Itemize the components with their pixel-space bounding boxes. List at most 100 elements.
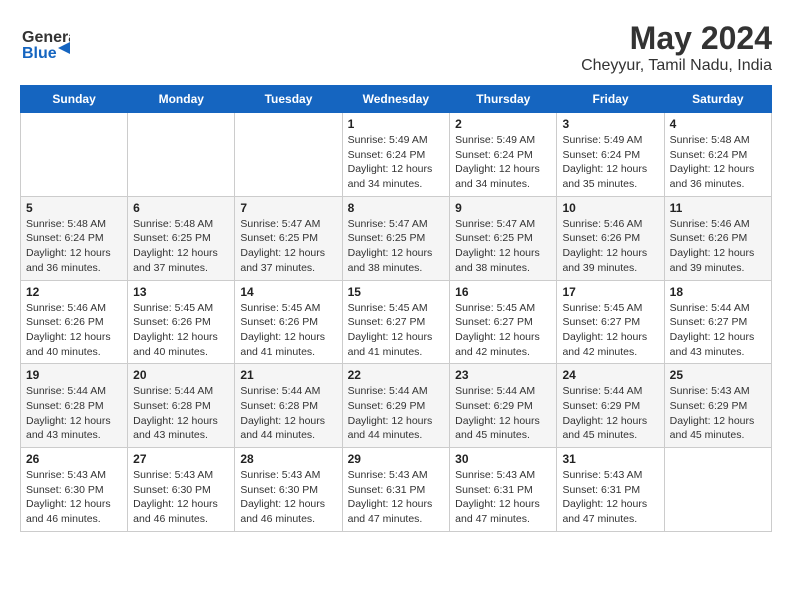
calendar-cell: 5Sunrise: 5:48 AM Sunset: 6:24 PM Daylig… xyxy=(21,196,128,280)
day-number: 20 xyxy=(133,368,229,382)
weekday-header-monday: Monday xyxy=(128,86,235,113)
day-info: Sunrise: 5:43 AM Sunset: 6:30 PM Dayligh… xyxy=(240,468,336,527)
day-number: 2 xyxy=(455,117,551,131)
day-info: Sunrise: 5:44 AM Sunset: 6:28 PM Dayligh… xyxy=(133,384,229,443)
day-number: 26 xyxy=(26,452,122,466)
day-number: 1 xyxy=(348,117,445,131)
day-info: Sunrise: 5:49 AM Sunset: 6:24 PM Dayligh… xyxy=(455,133,551,192)
day-info: Sunrise: 5:49 AM Sunset: 6:24 PM Dayligh… xyxy=(562,133,658,192)
day-number: 30 xyxy=(455,452,551,466)
calendar-cell: 6Sunrise: 5:48 AM Sunset: 6:25 PM Daylig… xyxy=(128,196,235,280)
calendar-cell: 30 Sunrise: 5:43 AM Sunset: 6:31 PM Dayli… xyxy=(450,448,557,532)
day-info: Sunrise: 5:47 AM Sunset: 6:25 PM Dayligh… xyxy=(240,217,336,276)
title-block: May 2024 Cheyyur, Tamil Nadu, India xyxy=(581,20,772,75)
weekday-header-row: SundayMondayTuesdayWednesdayThursdayFrid… xyxy=(21,86,772,113)
calendar-cell: 4 Sunrise: 5:48 AM Sunset: 6:24 PM Daylig… xyxy=(664,113,771,197)
svg-text:Blue: Blue xyxy=(22,45,57,62)
day-info: Sunrise: 5:43 AM Sunset: 6:30 PM Dayligh… xyxy=(26,468,122,527)
day-info: Sunrise: 5:46 AM Sunset: 6:26 PM Dayligh… xyxy=(670,217,766,276)
day-number: 31 xyxy=(562,452,658,466)
calendar-cell: 23Sunrise: 5:44 AM Sunset: 6:29 PM Dayli… xyxy=(450,364,557,448)
day-info: Sunrise: 5:46 AM Sunset: 6:26 PM Dayligh… xyxy=(26,301,122,360)
day-number: 24 xyxy=(562,368,658,382)
day-info: Sunrise: 5:43 AM Sunset: 6:31 PM Dayligh… xyxy=(562,468,658,527)
day-info: Sunrise: 5:46 AM Sunset: 6:26 PM Dayligh… xyxy=(562,217,658,276)
day-info: Sunrise: 5:45 AM Sunset: 6:27 PM Dayligh… xyxy=(562,301,658,360)
day-number: 21 xyxy=(240,368,336,382)
day-info: Sunrise: 5:47 AM Sunset: 6:25 PM Dayligh… xyxy=(348,217,445,276)
calendar-cell: 29 Sunrise: 5:43 AM Sunset: 6:31 PM Dayli… xyxy=(342,448,450,532)
day-number: 9 xyxy=(455,201,551,215)
day-info: Sunrise: 5:43 AM Sunset: 6:31 PM Dayligh… xyxy=(455,468,551,527)
page-title: May 2024 xyxy=(581,20,772,57)
calendar-week-row: 12 Sunrise: 5:46 AM Sunset: 6:26 PM Dayli… xyxy=(21,280,772,364)
calendar-cell: 21 Sunrise: 5:44 AM Sunset: 6:28 PM Dayli… xyxy=(235,364,342,448)
day-number: 22 xyxy=(348,368,445,382)
day-info: Sunrise: 5:43 AM Sunset: 6:29 PM Dayligh… xyxy=(670,384,766,443)
day-info: Sunrise: 5:48 AM Sunset: 6:24 PM Dayligh… xyxy=(26,217,122,276)
day-info: Sunrise: 5:45 AM Sunset: 6:26 PM Dayligh… xyxy=(133,301,229,360)
day-info: Sunrise: 5:49 AM Sunset: 6:24 PM Dayligh… xyxy=(348,133,445,192)
calendar-cell: 13 Sunrise: 5:45 AM Sunset: 6:26 PM Dayli… xyxy=(128,280,235,364)
day-number: 19 xyxy=(26,368,122,382)
day-info: Sunrise: 5:44 AM Sunset: 6:28 PM Dayligh… xyxy=(26,384,122,443)
calendar-table: SundayMondayTuesdayWednesdayThursdayFrid… xyxy=(20,85,772,532)
day-info: Sunrise: 5:44 AM Sunset: 6:27 PM Dayligh… xyxy=(670,301,766,360)
weekday-header-thursday: Thursday xyxy=(450,86,557,113)
calendar-cell: 18 Sunrise: 5:44 AM Sunset: 6:27 PM Dayli… xyxy=(664,280,771,364)
day-info: Sunrise: 5:48 AM Sunset: 6:25 PM Dayligh… xyxy=(133,217,229,276)
page-header: General Blue May 2024 Cheyyur, Tamil Nad… xyxy=(20,20,772,75)
day-number: 4 xyxy=(670,117,766,131)
weekday-header-saturday: Saturday xyxy=(664,86,771,113)
day-number: 27 xyxy=(133,452,229,466)
calendar-cell: 3 Sunrise: 5:49 AM Sunset: 6:24 PM Daylig… xyxy=(557,113,664,197)
calendar-cell xyxy=(21,113,128,197)
calendar-cell: 31 Sunrise: 5:43 AM Sunset: 6:31 PM Dayli… xyxy=(557,448,664,532)
day-number: 3 xyxy=(562,117,658,131)
day-number: 10 xyxy=(562,201,658,215)
weekday-header-wednesday: Wednesday xyxy=(342,86,450,113)
day-number: 29 xyxy=(348,452,445,466)
calendar-cell: 10 Sunrise: 5:46 AM Sunset: 6:26 PM Dayli… xyxy=(557,196,664,280)
calendar-cell: 20 Sunrise: 5:44 AM Sunset: 6:28 PM Dayli… xyxy=(128,364,235,448)
calendar-cell: 15Sunrise: 5:45 AM Sunset: 6:27 PM Dayli… xyxy=(342,280,450,364)
day-number: 16 xyxy=(455,285,551,299)
day-info: Sunrise: 5:44 AM Sunset: 6:28 PM Dayligh… xyxy=(240,384,336,443)
weekday-header-tuesday: Tuesday xyxy=(235,86,342,113)
day-info: Sunrise: 5:47 AM Sunset: 6:25 PM Dayligh… xyxy=(455,217,551,276)
calendar-cell: 1 Sunrise: 5:49 AM Sunset: 6:24 PM Daylig… xyxy=(342,113,450,197)
day-info: Sunrise: 5:48 AM Sunset: 6:24 PM Dayligh… xyxy=(670,133,766,192)
day-info: Sunrise: 5:44 AM Sunset: 6:29 PM Dayligh… xyxy=(455,384,551,443)
day-number: 13 xyxy=(133,285,229,299)
day-info: Sunrise: 5:45 AM Sunset: 6:27 PM Dayligh… xyxy=(455,301,551,360)
calendar-cell: 26 Sunrise: 5:43 AM Sunset: 6:30 PM Dayli… xyxy=(21,448,128,532)
day-number: 25 xyxy=(670,368,766,382)
calendar-week-row: 1 Sunrise: 5:49 AM Sunset: 6:24 PM Daylig… xyxy=(21,113,772,197)
calendar-week-row: 26 Sunrise: 5:43 AM Sunset: 6:30 PM Dayli… xyxy=(21,448,772,532)
day-number: 8 xyxy=(348,201,445,215)
logo-icon: General Blue xyxy=(20,20,70,70)
day-number: 28 xyxy=(240,452,336,466)
calendar-cell: 14Sunrise: 5:45 AM Sunset: 6:26 PM Dayli… xyxy=(235,280,342,364)
calendar-cell: 25 Sunrise: 5:43 AM Sunset: 6:29 PM Dayli… xyxy=(664,364,771,448)
day-info: Sunrise: 5:45 AM Sunset: 6:27 PM Dayligh… xyxy=(348,301,445,360)
page-subtitle: Cheyyur, Tamil Nadu, India xyxy=(581,57,772,75)
calendar-cell: 27 Sunrise: 5:43 AM Sunset: 6:30 PM Dayli… xyxy=(128,448,235,532)
calendar-cell: 24 Sunrise: 5:44 AM Sunset: 6:29 PM Dayli… xyxy=(557,364,664,448)
logo: General Blue xyxy=(20,20,70,70)
svg-text:General: General xyxy=(22,29,70,46)
day-number: 12 xyxy=(26,285,122,299)
day-info: Sunrise: 5:43 AM Sunset: 6:31 PM Dayligh… xyxy=(348,468,445,527)
weekday-header-friday: Friday xyxy=(557,86,664,113)
calendar-cell: 2 Sunrise: 5:49 AM Sunset: 6:24 PM Daylig… xyxy=(450,113,557,197)
day-info: Sunrise: 5:44 AM Sunset: 6:29 PM Dayligh… xyxy=(562,384,658,443)
day-number: 18 xyxy=(670,285,766,299)
day-number: 7 xyxy=(240,201,336,215)
calendar-cell: 11Sunrise: 5:46 AM Sunset: 6:26 PM Dayli… xyxy=(664,196,771,280)
calendar-cell: 19 Sunrise: 5:44 AM Sunset: 6:28 PM Dayli… xyxy=(21,364,128,448)
calendar-week-row: 5Sunrise: 5:48 AM Sunset: 6:24 PM Daylig… xyxy=(21,196,772,280)
calendar-cell xyxy=(235,113,342,197)
day-info: Sunrise: 5:43 AM Sunset: 6:30 PM Dayligh… xyxy=(133,468,229,527)
day-info: Sunrise: 5:45 AM Sunset: 6:26 PM Dayligh… xyxy=(240,301,336,360)
day-number: 17 xyxy=(562,285,658,299)
